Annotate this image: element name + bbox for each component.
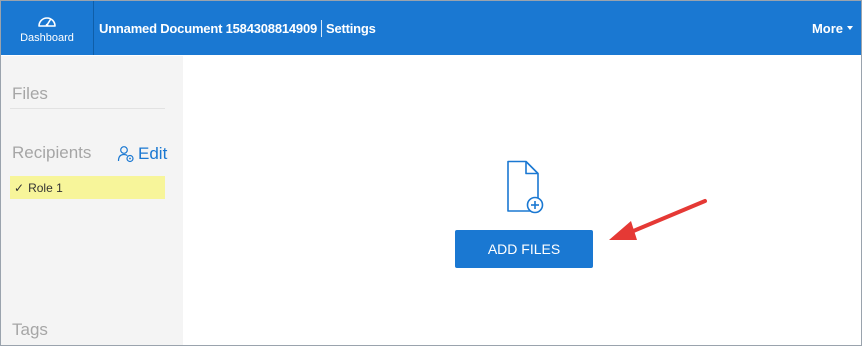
sidebar: Files Recipients Edit ✓ Role 1 Tags — [1, 56, 183, 345]
speedometer-icon — [38, 16, 56, 27]
breadcrumb-separator — [321, 19, 323, 37]
edit-recipients-link[interactable]: Edit — [117, 144, 167, 164]
files-heading: Files — [12, 84, 48, 103]
add-files-button[interactable]: ADD FILES — [455, 230, 593, 268]
main-content: ADD FILES — [183, 56, 861, 345]
recipient-role-item[interactable]: ✓ Role 1 — [10, 176, 165, 199]
files-divider — [10, 108, 165, 109]
dashboard-button[interactable]: Dashboard — [1, 1, 94, 55]
user-settings-icon — [117, 146, 134, 163]
file-plus-icon — [507, 160, 544, 214]
more-label: More — [811, 20, 843, 36]
document-title[interactable]: Unnamed Document 1584308814909 — [99, 21, 317, 36]
role-label: Role 1 — [28, 180, 63, 195]
caret-down-icon — [847, 26, 853, 30]
annotation-arrow — [609, 199, 707, 240]
more-menu-button[interactable]: More — [812, 1, 853, 55]
recipients-heading: Recipients — [12, 143, 92, 162]
breadcrumb: Unnamed Document 1584308814909 Settings — [99, 1, 376, 55]
checkmark-icon: ✓ — [14, 180, 25, 195]
app-window: Dashboard Unnamed Document 1584308814909… — [0, 0, 862, 346]
dashboard-label: Dashboard — [20, 31, 74, 44]
top-nav-bar: Dashboard Unnamed Document 1584308814909… — [1, 1, 861, 55]
edit-label: Edit — [138, 144, 168, 163]
tags-heading: Tags — [12, 320, 48, 339]
settings-link[interactable]: Settings — [326, 21, 376, 36]
